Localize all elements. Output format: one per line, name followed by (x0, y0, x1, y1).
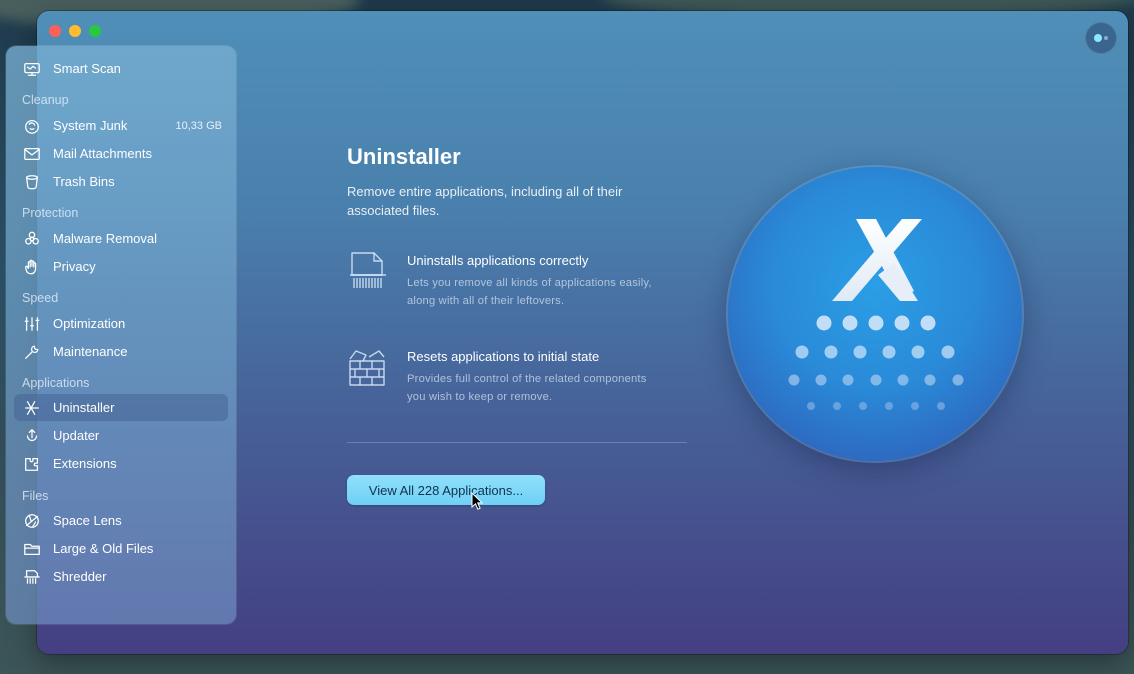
brick-wall-icon (347, 347, 387, 387)
sidebar-item-maintenance[interactable]: Maintenance (14, 338, 228, 365)
feature-description-line: you wish to keep or remove. (407, 391, 553, 403)
sidebar-item-smart-scan[interactable]: Smart Scan (14, 55, 228, 82)
feature-title: Uninstalls applications correctly (407, 253, 589, 268)
section-header-cleanup: Cleanup (22, 93, 69, 107)
sidebar-item-label: Privacy (53, 259, 96, 274)
sidebar-item-optimization[interactable]: Optimization (14, 310, 228, 337)
view-all-applications-button[interactable]: View All 228 Applications... (347, 475, 545, 505)
sidebar-item-label: Updater (53, 428, 100, 443)
space-lens-icon (22, 511, 42, 531)
feature-title: Resets applications to initial state (407, 349, 600, 364)
section-header-protection: Protection (22, 206, 79, 220)
mail-icon (22, 144, 42, 164)
sidebar-item-label: Space Lens (53, 513, 122, 528)
wrench-icon (22, 342, 42, 362)
mouse-cursor-icon (471, 492, 484, 510)
feature-description-line: Provides full control of the related com… (407, 373, 647, 385)
hand-icon (22, 257, 42, 277)
uninstaller-hero-icon (728, 167, 1022, 461)
assistant-button[interactable] (1085, 22, 1117, 54)
sliders-icon (22, 314, 42, 334)
page-title: Uninstaller (347, 144, 461, 169)
sidebar-item-label: Maintenance (53, 344, 128, 359)
sidebar-item-label: System Junk (53, 118, 128, 133)
particle-dots (816, 315, 936, 331)
uninstaller-logo-icon (832, 219, 922, 301)
sidebar-item-malware-removal[interactable]: Malware Removal (14, 225, 228, 252)
hero-graphic (788, 219, 964, 410)
sidebar-item-label: Extensions (53, 456, 117, 471)
sidebar-item-updater[interactable]: Updater (14, 422, 228, 449)
sidebar-item-label: Trash Bins (53, 174, 115, 189)
sidebar-item-mail-attachments[interactable]: Mail Attachments (14, 140, 228, 167)
feature-description-line: along with all of their leftovers. (407, 295, 565, 307)
sidebar: Smart Scan Cleanup System Junk 10,33 GB … (6, 46, 236, 624)
page-description: Remove entire applications, including al… (347, 184, 623, 218)
system-junk-icon (22, 116, 42, 136)
updater-icon (22, 426, 42, 446)
folder-icon (22, 539, 42, 559)
trash-icon (22, 172, 42, 192)
sidebar-item-extensions[interactable]: Extensions (14, 450, 228, 477)
sidebar-item-privacy[interactable]: Privacy (14, 253, 228, 280)
sidebar-item-label: Mail Attachments (53, 146, 152, 161)
sidebar-item-label: Uninstaller (53, 400, 115, 415)
sidebar-item-shredder[interactable]: Shredder (14, 563, 228, 590)
zoom-window-button[interactable] (89, 25, 101, 37)
biohazard-icon (22, 229, 42, 249)
sidebar-item-system-junk[interactable]: System Junk 10,33 GB (14, 112, 228, 139)
section-header-speed: Speed (22, 291, 59, 305)
feature-description-line: Lets you remove all kinds of application… (407, 277, 652, 289)
sidebar-item-label: Malware Removal (53, 231, 158, 246)
sidebar-item-label: Large & Old Files (53, 541, 154, 556)
close-window-button[interactable] (49, 25, 61, 37)
section-header-files: Files (22, 489, 49, 503)
minimize-window-button[interactable] (69, 25, 81, 37)
sidebar-item-space-lens[interactable]: Space Lens (14, 507, 228, 534)
content-divider (347, 442, 687, 443)
section-header-applications: Applications (22, 376, 90, 390)
feature-description: Lets you remove all kinds of application… (407, 274, 707, 310)
shredded-doc-icon (348, 250, 388, 290)
shredder-icon (22, 567, 42, 587)
size-badge: 10,33 GB (175, 119, 222, 132)
sidebar-item-large-old-files[interactable]: Large & Old Files (14, 535, 228, 562)
sidebar-item-trash-bins[interactable]: Trash Bins (14, 168, 228, 195)
sidebar-item-label: Smart Scan (53, 61, 121, 76)
uninstaller-icon (22, 398, 42, 418)
sidebar-item-label: Optimization (53, 316, 126, 331)
feature-description: Provides full control of the related com… (407, 370, 707, 406)
smart-scan-icon (22, 59, 42, 79)
sidebar-item-label: Shredder (53, 569, 107, 584)
extensions-icon (22, 454, 42, 474)
sidebar-item-uninstaller[interactable]: Uninstaller (14, 394, 228, 421)
